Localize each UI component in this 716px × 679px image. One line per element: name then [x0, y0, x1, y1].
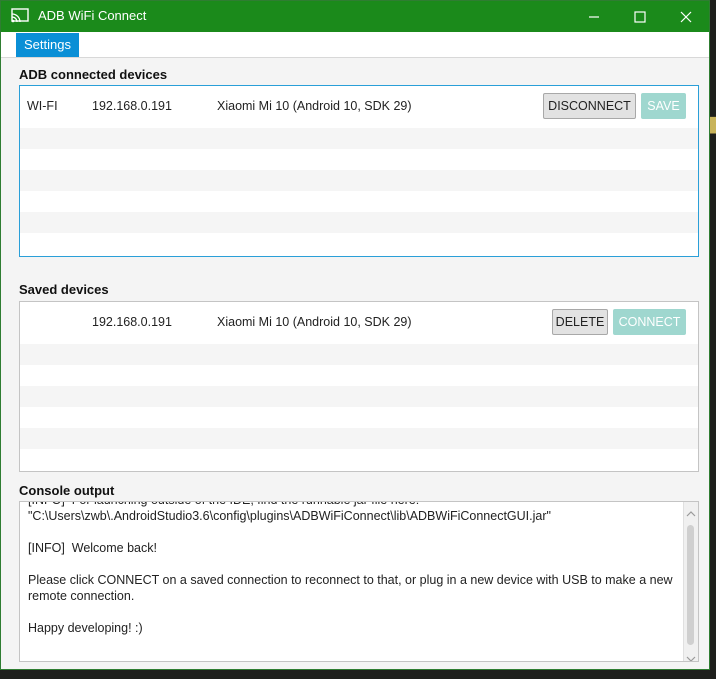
window-title: ADB WiFi Connect — [38, 8, 147, 23]
list-item — [20, 428, 698, 449]
device-name: Xiaomi Mi 10 (Android 10, SDK 29) — [217, 315, 412, 329]
disconnect-button[interactable]: DISCONNECT — [543, 93, 636, 119]
list-item — [20, 149, 698, 170]
close-icon — [680, 11, 692, 23]
saved-device-row[interactable]: 192.168.0.191 Xiaomi Mi 10 (Android 10, … — [20, 302, 698, 344]
minimize-button[interactable] — [571, 1, 617, 32]
title-bar[interactable]: ADB WiFi Connect — [1, 1, 709, 32]
device-ip: 192.168.0.191 — [92, 315, 172, 329]
device-ip: 192.168.0.191 — [92, 99, 172, 113]
list-item — [20, 191, 698, 212]
close-button[interactable] — [663, 1, 709, 32]
scroll-down-icon[interactable] — [686, 650, 696, 661]
console-output[interactable]: [INFO] For launching outside of the IDE,… — [19, 501, 699, 662]
delete-button[interactable]: DELETE — [552, 309, 608, 335]
list-item — [20, 449, 698, 470]
list-item — [20, 386, 698, 407]
saved-devices-list[interactable]: 192.168.0.191 Xiaomi Mi 10 (Android 10, … — [19, 301, 699, 472]
list-item — [20, 365, 698, 386]
maximize-icon — [634, 10, 646, 23]
connection-type: WI-FI — [27, 99, 58, 113]
connect-button[interactable]: CONNECT — [613, 309, 686, 335]
list-item — [20, 344, 698, 365]
connected-devices-label: ADB connected devices — [19, 67, 168, 82]
console-scrollbar[interactable] — [683, 502, 698, 661]
saved-devices-label: Saved devices — [19, 282, 109, 297]
save-button[interactable]: SAVE — [641, 93, 686, 119]
scroll-thumb[interactable] — [687, 525, 694, 645]
maximize-button[interactable] — [617, 1, 663, 32]
menu-bar: Settings — [1, 32, 709, 58]
list-item — [20, 233, 698, 254]
console-text: [INFO] For launching outside of the IDE,… — [28, 502, 673, 635]
console-output-label: Console output — [19, 483, 115, 498]
scroll-up-icon[interactable] — [686, 505, 696, 517]
connected-devices-list[interactable]: WI-FI 192.168.0.191 Xiaomi Mi 10 (Androi… — [19, 85, 699, 257]
cast-icon — [11, 8, 29, 24]
minimize-icon — [588, 11, 600, 23]
list-item — [20, 407, 698, 428]
device-name: Xiaomi Mi 10 (Android 10, SDK 29) — [217, 99, 412, 113]
menu-settings[interactable]: Settings — [16, 33, 79, 57]
app-window: ADB WiFi Connect Settings ADB connected … — [0, 0, 710, 670]
connected-device-row[interactable]: WI-FI 192.168.0.191 Xiaomi Mi 10 (Androi… — [20, 86, 698, 128]
list-item — [20, 212, 698, 233]
list-item — [20, 128, 698, 149]
list-item — [20, 170, 698, 191]
